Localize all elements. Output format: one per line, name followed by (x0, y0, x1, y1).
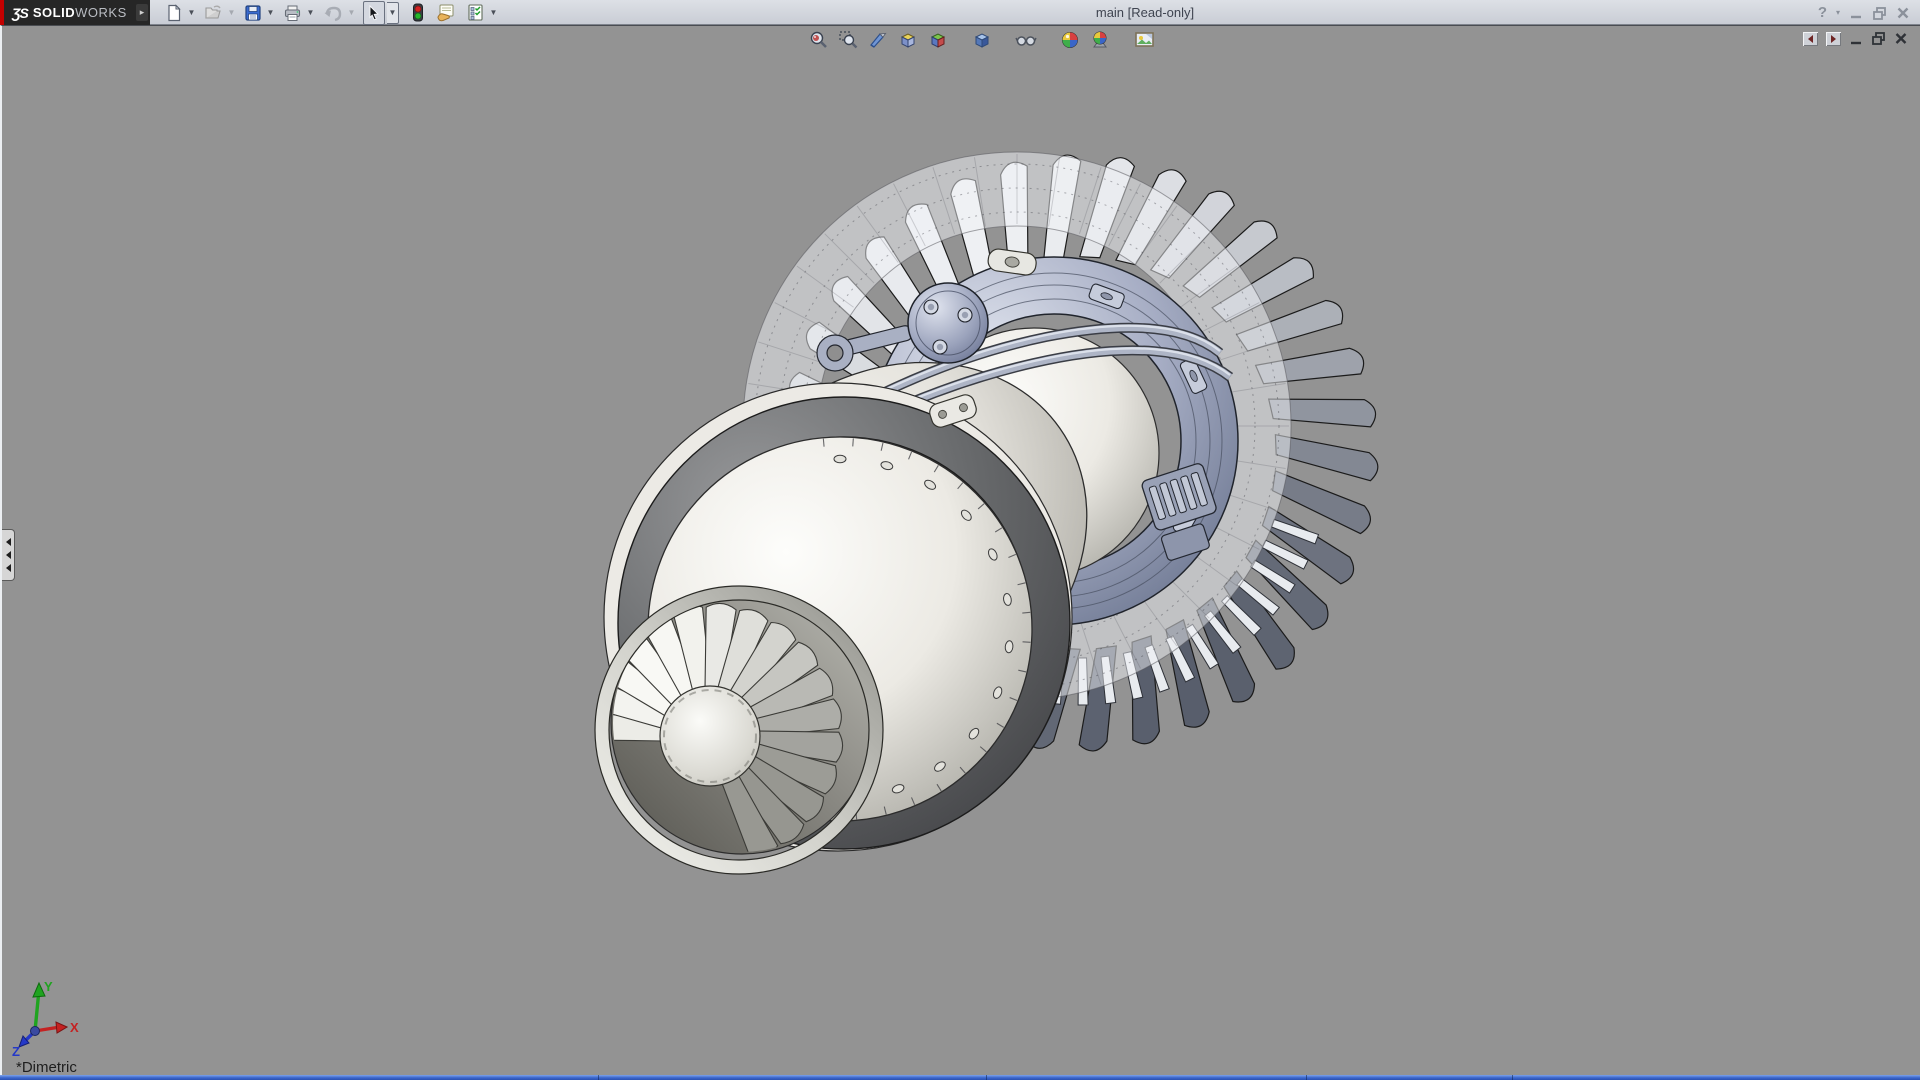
open-icon (204, 4, 223, 22)
options-hand-icon (436, 3, 456, 22)
title-bar: ƷS SOLIDWORKS ▸ ▼ ▼ ▼ (0, 0, 1920, 25)
view-settings-icon (1134, 30, 1155, 50)
new-document-button[interactable] (164, 2, 184, 24)
right-arrow-icon (1831, 35, 1836, 43)
view-orientation-label: *Dimetric (16, 1059, 77, 1076)
logo-accent-stripe (0, 0, 4, 25)
model-canvas-jet-engine[interactable] (2, 26, 1920, 1075)
axis-z-label: Z (12, 1044, 20, 1059)
open-dropdown[interactable]: ▼ (226, 2, 237, 24)
left-arrow-icon (1808, 35, 1813, 43)
headsup-view-toolbar (806, 29, 1156, 51)
shaded-cube-icon (972, 30, 992, 50)
app-minimize-button[interactable] (1849, 6, 1863, 20)
view-orientation-button[interactable] (896, 29, 920, 51)
new-document-icon (165, 4, 183, 22)
jet-engine-model[interactable] (577, 152, 1377, 874)
apply-scene-icon (1090, 30, 1110, 50)
section-view-button[interactable] (866, 29, 890, 51)
collapse-arrow-icon (6, 564, 11, 572)
checklist-icon (466, 3, 485, 22)
save-icon (244, 4, 262, 22)
zoom-to-fit-icon (808, 30, 828, 50)
brand-name-light: WORKS (75, 5, 127, 20)
help-dropdown[interactable]: ▾ (1836, 8, 1840, 17)
undo-button[interactable] (322, 2, 344, 24)
zoom-to-fit-button[interactable] (806, 29, 830, 51)
rebuild-traffic-light-button[interactable] (411, 2, 425, 24)
select-dropdown[interactable]: ▼ (387, 2, 399, 24)
edit-appearance-button[interactable] (1058, 29, 1082, 51)
view-orientation-icon (898, 30, 918, 50)
reference-triad: Y X Z (2, 981, 92, 1067)
new-document-dropdown[interactable]: ▼ (186, 2, 197, 24)
print-icon (283, 4, 302, 22)
main-toolbar: ▼ ▼ ▼ ▼ (164, 0, 505, 25)
view-settings-button[interactable] (1132, 29, 1156, 51)
appearance-ball-icon (1060, 30, 1080, 50)
print-button[interactable] (282, 2, 303, 24)
collapse-left-panel-button[interactable] (1803, 32, 1818, 46)
doc-minimize-button[interactable] (1849, 31, 1863, 46)
doc-close-button[interactable] (1894, 31, 1908, 46)
undo-dropdown[interactable]: ▼ (346, 2, 357, 24)
axis-x-label: X (70, 1020, 79, 1035)
app-close-button[interactable] (1896, 6, 1910, 20)
window-title: main [Read-only] (1040, 0, 1250, 25)
checklist-dropdown[interactable]: ▼ (488, 2, 499, 24)
feature-tree-collapsed-tab[interactable] (2, 529, 15, 581)
axis-y-label: Y (44, 981, 53, 994)
select-cursor-icon (365, 4, 383, 22)
menu-flyout-arrow[interactable]: ▸ (136, 4, 148, 21)
undo-icon (323, 4, 343, 22)
expand-right-panel-button[interactable] (1826, 32, 1841, 46)
doc-restore-button[interactable] (1871, 31, 1886, 46)
open-button[interactable] (203, 2, 224, 24)
save-dropdown[interactable]: ▼ (265, 2, 276, 24)
help-button[interactable]: ? (1818, 4, 1827, 21)
select-button[interactable] (363, 1, 385, 25)
print-dropdown[interactable]: ▼ (305, 2, 316, 24)
apply-scene-button[interactable] (1088, 29, 1112, 51)
zoom-to-area-button[interactable] (836, 29, 860, 51)
traffic-light-icon (412, 3, 424, 22)
hide-show-items-button[interactable] (1014, 29, 1038, 51)
solidworks-logo-mark: ƷS (12, 5, 28, 21)
document-window-controls (1803, 31, 1908, 46)
checklist-button[interactable] (465, 2, 486, 24)
options-button[interactable] (435, 2, 457, 24)
solidworks-logo: ƷS SOLIDWORKS ▸ (0, 0, 150, 25)
shaded-view-button[interactable] (970, 29, 994, 51)
brand-name-bold: SOLID (33, 5, 75, 20)
collapse-arrow-icon (6, 538, 11, 546)
section-view-icon (868, 30, 888, 50)
graphics-viewport: Y X Z *Dimetric (0, 25, 1920, 1075)
glasses-icon (1015, 30, 1037, 50)
display-style-button[interactable] (926, 29, 950, 51)
collapse-arrow-icon (6, 551, 11, 559)
app-restore-button[interactable] (1872, 6, 1887, 20)
taskbar-edge (0, 1075, 1920, 1080)
zoom-to-area-icon (838, 30, 858, 50)
app-window-controls: ? ▾ (1818, 0, 1910, 25)
save-button[interactable] (243, 2, 263, 24)
display-style-icon (928, 30, 948, 50)
